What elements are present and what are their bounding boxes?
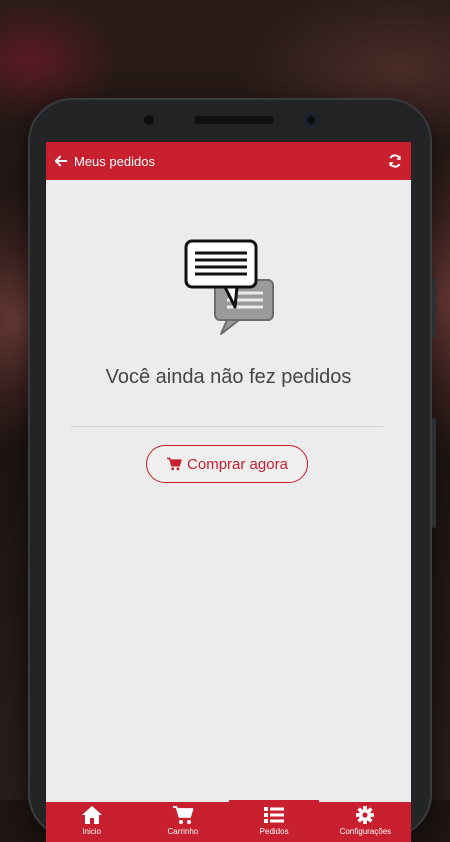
refresh-icon[interactable]	[387, 153, 403, 169]
power-button	[432, 418, 436, 528]
chat-bubbles-icon	[184, 239, 274, 335]
volume-button	[432, 278, 436, 338]
bottom-navigation: Inicio Carrinho Pedidos Configurações	[46, 800, 411, 842]
nav-label: Carrinho	[167, 827, 199, 836]
home-icon	[81, 806, 102, 824]
earpiece-speaker	[194, 116, 274, 124]
nav-label: Configurações	[339, 827, 392, 836]
phone-frame: Meus pedidos Você ainda não fez pedidos …	[28, 98, 436, 842]
buy-now-button[interactable]: Comprar agora	[146, 445, 308, 483]
empty-state-message: Você ainda não fez pedidos	[105, 366, 352, 388]
list-icon	[264, 807, 285, 823]
cart-icon	[172, 806, 194, 824]
nav-label: Inicio	[82, 827, 101, 836]
divider	[70, 426, 383, 427]
page-title: Meus pedidos	[74, 153, 155, 169]
gear-icon	[356, 806, 375, 824]
nav-item-settings[interactable]: Configurações	[320, 802, 411, 842]
nav-item-home[interactable]: Inicio	[46, 802, 137, 842]
arrow-left-icon[interactable]	[54, 154, 68, 168]
empty-orders-view: Você ainda não fez pedidos Comprar agora	[46, 180, 411, 755]
nav-label: Pedidos	[259, 827, 289, 836]
nav-item-orders[interactable]: Pedidos	[229, 800, 320, 842]
buy-now-label: Comprar agora	[187, 455, 288, 473]
sensor-icon	[144, 115, 154, 125]
app-screen: Meus pedidos Você ainda não fez pedidos …	[46, 142, 411, 842]
top-app-bar: Meus pedidos	[46, 142, 411, 180]
cart-icon	[167, 457, 182, 471]
front-camera-icon	[304, 113, 318, 127]
nav-item-cart[interactable]: Carrinho	[137, 802, 228, 842]
